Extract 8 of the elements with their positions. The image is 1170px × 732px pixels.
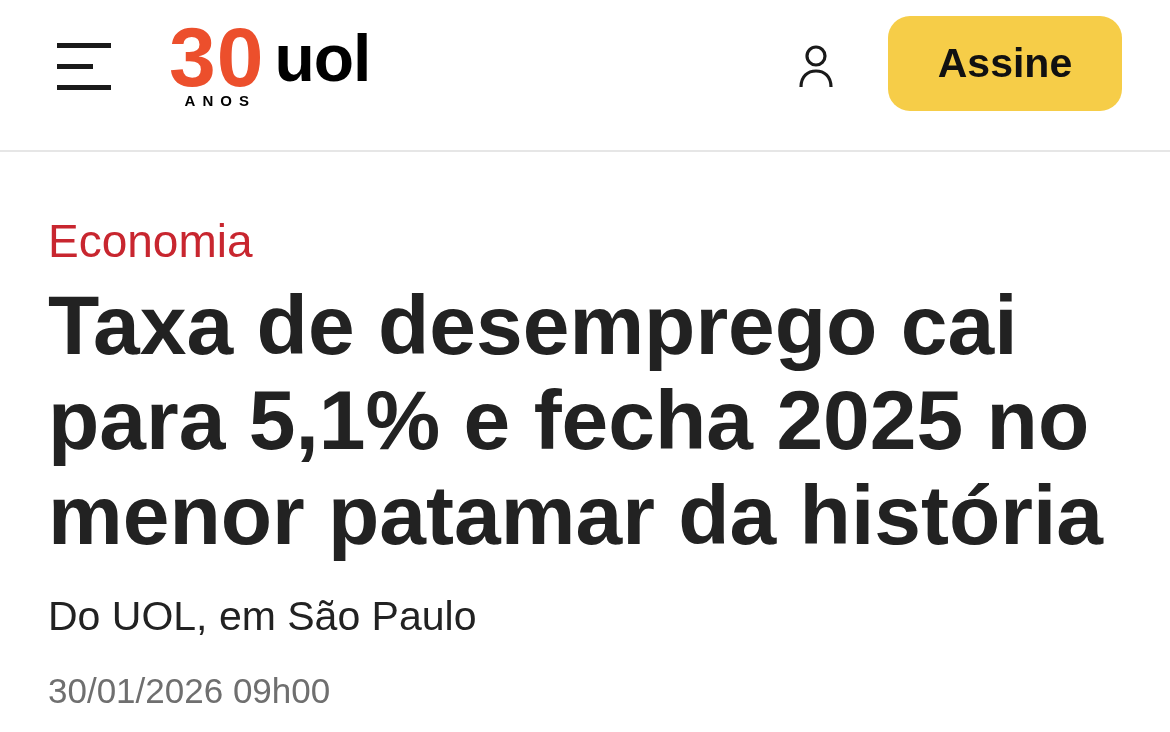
- menu-icon[interactable]: [57, 43, 111, 90]
- logo[interactable]: 30 uol ANOS: [169, 23, 371, 112]
- user-icon[interactable]: [799, 45, 833, 88]
- headline: Taxa de desemprego cai para 5,1% e fecha 2025 no menor patamar da história: [48, 278, 1105, 563]
- byline: Do UOL, em São Paulo: [48, 592, 478, 641]
- subscribe-button[interactable]: Assine: [888, 16, 1122, 111]
- timestamp: 30/01/2026 09h00: [48, 670, 332, 712]
- section-label[interactable]: Economia: [48, 213, 1130, 269]
